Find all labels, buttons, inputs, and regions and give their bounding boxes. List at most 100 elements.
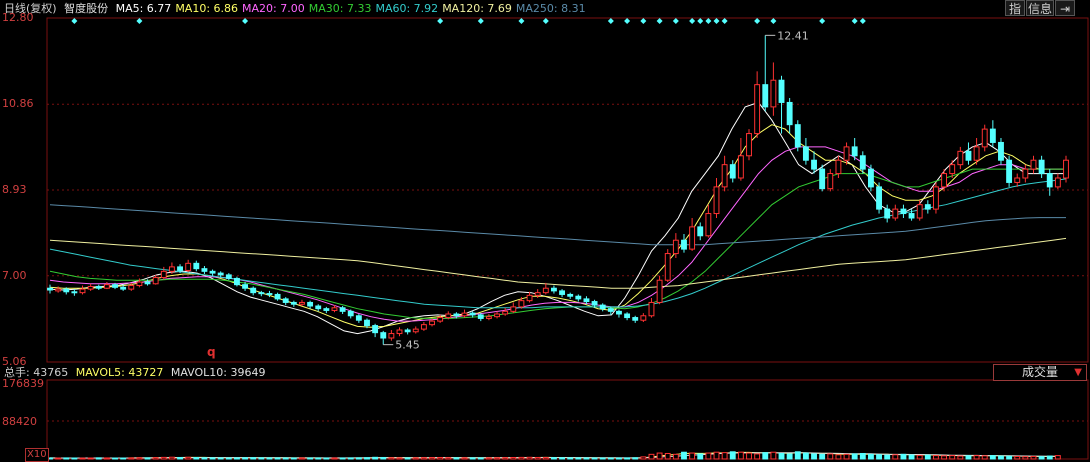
candle-body [47, 287, 53, 291]
candle-body [412, 328, 419, 333]
candle [510, 302, 517, 314]
volume-bar [941, 455, 948, 460]
volume-bar [372, 456, 379, 460]
volume-bar [282, 457, 289, 460]
ma-legend-item: MA10: 6.86 [175, 2, 239, 15]
volume-bar [949, 455, 956, 460]
candle-body [315, 305, 322, 310]
candle [412, 326, 419, 334]
volume-bar [575, 457, 582, 460]
exit-icon[interactable]: ⇥ [1055, 0, 1075, 16]
volume-bar [859, 452, 866, 460]
candle-body [770, 79, 777, 108]
volume-bar [648, 453, 655, 460]
candle-body [1063, 159, 1069, 179]
price-axis-label: 10.86 [2, 97, 34, 110]
ma-legend-items: MA5: 6.77 MA10: 6.86 MA20: 7.00 MA30: 7.33 M… [116, 2, 590, 15]
volume-bar [87, 457, 94, 460]
candle [656, 275, 663, 305]
candle-body [900, 208, 907, 215]
volume-bar [754, 453, 761, 460]
mavol10: MAVOL10: 39649 [170, 366, 266, 379]
volume-bar [1006, 455, 1013, 460]
candle [1030, 155, 1037, 174]
candle-body [746, 133, 752, 157]
candle [185, 259, 192, 273]
candle [876, 182, 882, 214]
volume-bar [827, 453, 834, 460]
candle [193, 260, 200, 272]
candle-body [933, 186, 939, 210]
volume-bar [876, 454, 882, 460]
volume-bar [420, 457, 427, 460]
candle [900, 204, 907, 218]
candle-body [1014, 177, 1021, 183]
candle [705, 204, 712, 238]
volume-bar [290, 457, 297, 460]
candle-body [672, 239, 679, 255]
low-price-label: 5.45 [395, 339, 420, 352]
candle-body [242, 284, 249, 289]
volume-bar [364, 457, 370, 460]
candle [746, 129, 752, 161]
volume-axis-label: 176839 [2, 377, 44, 390]
candle [355, 314, 362, 323]
volume-bar [867, 453, 874, 460]
indicator-select[interactable]: 成交量 ▼ [993, 364, 1087, 381]
candle-body [372, 325, 379, 334]
candle-body [307, 301, 314, 307]
signal-diamond [542, 18, 549, 24]
candle [754, 71, 761, 138]
volume-bar [461, 457, 468, 460]
volume-bar [713, 451, 720, 460]
candle-body [177, 266, 183, 271]
volume-bar [217, 457, 224, 460]
volume-bar [494, 457, 500, 460]
signal-diamond [477, 18, 484, 24]
candle-body [526, 294, 533, 302]
volume-bar [559, 457, 566, 460]
volume-bar [193, 457, 200, 460]
chevron-down-icon: ▼ [1074, 367, 1082, 378]
candle-body [989, 128, 996, 143]
volume-bar [746, 452, 752, 460]
chart-stage: 12.41 5.45 [46, 17, 1089, 460]
ma-line-4 [49, 178, 1067, 309]
volume-bar [802, 452, 809, 460]
candle [323, 306, 330, 314]
candle-body [168, 266, 175, 272]
volume-bar [307, 457, 314, 460]
candle-body [1054, 177, 1061, 188]
candle-body [648, 301, 655, 317]
candle-body [128, 285, 135, 290]
info-button[interactable]: 信息 [1026, 0, 1054, 16]
candle-body [453, 313, 460, 317]
candle-body [355, 315, 362, 321]
price-axis-label: 7.00 [2, 269, 27, 282]
volume-bar [453, 457, 460, 460]
candle-body [518, 300, 525, 308]
candle [648, 298, 655, 318]
candle-body [250, 287, 257, 294]
candle [404, 328, 411, 335]
volume-bar [518, 456, 525, 460]
volume-bar [412, 457, 419, 460]
candle-body [867, 168, 874, 188]
volume-bar [705, 452, 712, 460]
candle [201, 266, 208, 274]
index-button[interactable]: 指 [1005, 0, 1025, 16]
candle-body [193, 262, 200, 270]
volume-bar [640, 456, 647, 460]
candle [892, 204, 899, 221]
candle-body [737, 155, 744, 179]
candle-body [299, 301, 305, 305]
volume-bar [250, 457, 257, 460]
candle-body [331, 307, 338, 311]
candle [762, 35, 769, 112]
volume-bar [339, 457, 346, 460]
volume-bar [672, 453, 679, 460]
candle-body [388, 333, 395, 339]
volume-bar [591, 457, 598, 460]
volume-bar [355, 457, 362, 460]
candle-body [965, 150, 972, 161]
